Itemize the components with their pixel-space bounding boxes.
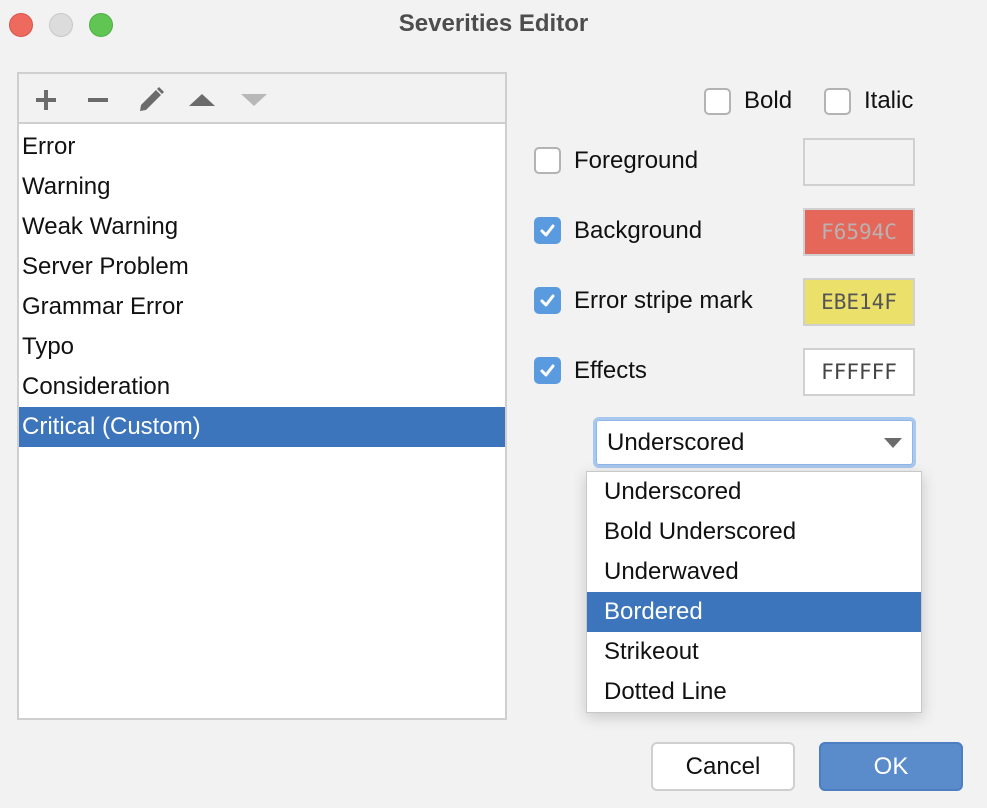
effects-checkbox[interactable] <box>534 357 561 384</box>
pencil-icon <box>140 87 164 111</box>
dropdown-option-highlighted[interactable]: Bordered <box>587 592 921 632</box>
error-stripe-checkbox[interactable] <box>534 287 561 314</box>
dropdown-option[interactable]: Dotted Line <box>587 672 921 712</box>
list-toolbar <box>19 74 505 124</box>
plus-icon <box>36 90 56 110</box>
dropdown-option[interactable]: Underscored <box>587 472 921 512</box>
foreground-checkbox[interactable] <box>534 147 561 174</box>
severity-item[interactable]: Weak Warning <box>19 207 505 247</box>
bold-checkbox[interactable] <box>704 88 731 115</box>
dropdown-option[interactable]: Strikeout <box>587 632 921 672</box>
severity-item[interactable]: Warning <box>19 167 505 207</box>
severities-panel: Error Warning Weak Warning Server Proble… <box>17 72 507 720</box>
error-stripe-color-swatch[interactable]: EBE14F <box>803 278 915 326</box>
severity-item[interactable]: Server Problem <box>19 247 505 287</box>
dropdown-option[interactable]: Bold Underscored <box>587 512 921 552</box>
chevron-down-icon <box>884 438 902 448</box>
background-checkbox[interactable] <box>534 217 561 244</box>
error-stripe-label: Error stripe mark <box>574 287 753 314</box>
severity-item[interactable]: Typo <box>19 327 505 367</box>
window-title: Severities Editor <box>398 10 589 37</box>
severity-item[interactable]: Consideration <box>19 367 505 407</box>
remove-button[interactable] <box>83 85 113 115</box>
foreground-label: Foreground <box>574 147 699 174</box>
severity-item[interactable]: Error <box>19 127 505 167</box>
minus-icon <box>88 98 108 102</box>
ok-button[interactable]: OK <box>819 742 963 791</box>
background-label: Background <box>574 217 703 244</box>
arrow-down-icon <box>241 94 267 106</box>
move-down-button[interactable] <box>239 85 269 115</box>
effect-type-value: Underscored <box>607 429 745 456</box>
checkmark-icon <box>540 224 555 237</box>
bold-label: Bold <box>744 87 793 114</box>
effect-type-dropdown: Underscored Bold Underscored Underwaved … <box>586 471 922 713</box>
cancel-button[interactable]: Cancel <box>651 742 795 791</box>
severity-item-selected[interactable]: Critical (Custom) <box>19 407 505 447</box>
dropdown-option[interactable]: Underwaved <box>587 552 921 592</box>
italic-label: Italic <box>864 87 914 114</box>
arrow-up-icon <box>189 94 215 106</box>
effect-type-select[interactable]: Underscored <box>593 417 916 468</box>
effects-label: Effects <box>574 357 647 384</box>
background-color-swatch[interactable]: F6594C <box>803 208 915 256</box>
move-up-button[interactable] <box>187 85 217 115</box>
checkmark-icon <box>540 294 555 307</box>
italic-checkbox[interactable] <box>824 88 851 115</box>
add-button[interactable] <box>31 85 61 115</box>
effects-color-swatch[interactable]: FFFFFF <box>803 348 915 396</box>
foreground-color-swatch[interactable] <box>803 138 915 186</box>
edit-button[interactable] <box>136 85 166 115</box>
severities-list[interactable]: Error Warning Weak Warning Server Proble… <box>19 124 505 447</box>
checkmark-icon <box>540 364 555 377</box>
severity-item[interactable]: Grammar Error <box>19 287 505 327</box>
